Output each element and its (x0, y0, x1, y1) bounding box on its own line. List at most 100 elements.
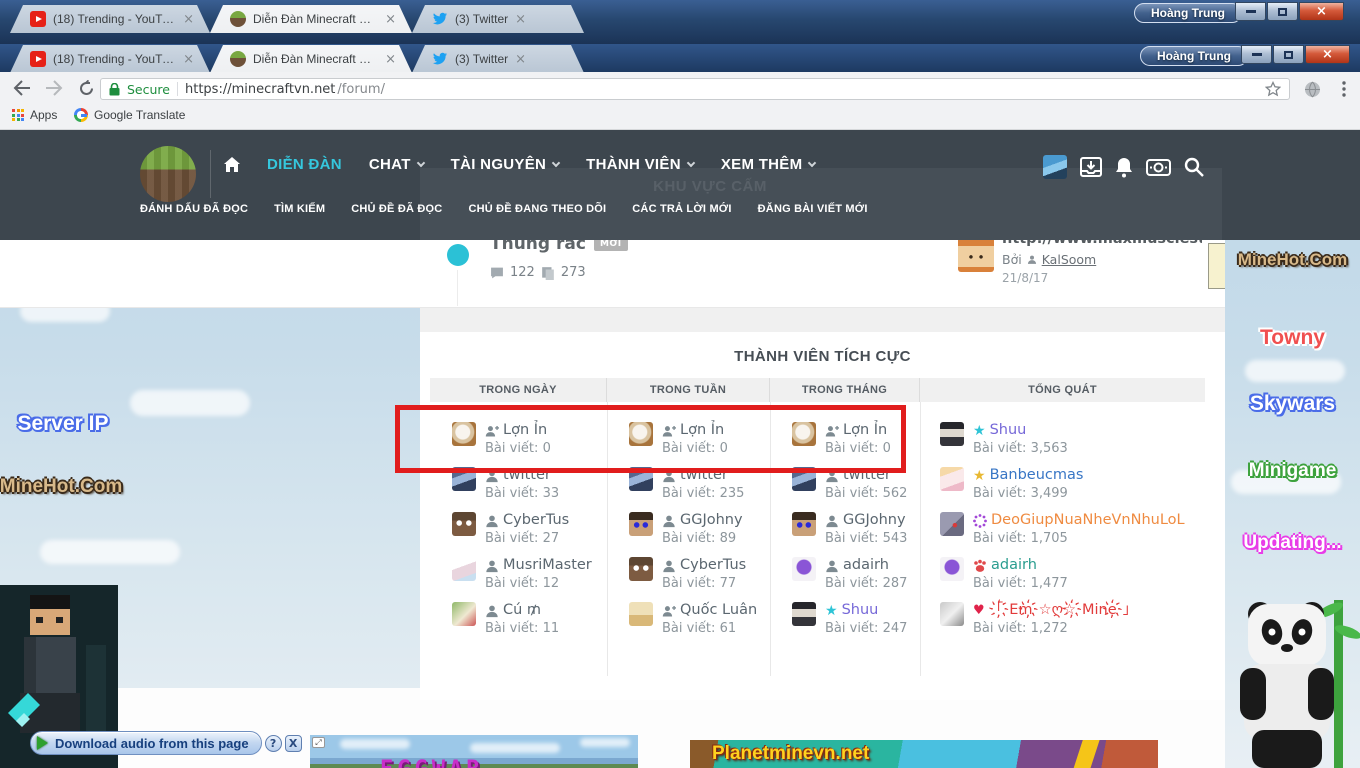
member-avatar[interactable] (452, 512, 476, 536)
member-avatar[interactable] (940, 467, 964, 491)
wallet-icon[interactable] (1146, 158, 1171, 176)
member-avatar[interactable] (452, 602, 476, 626)
member-name-link[interactable]: Cú ₥ (503, 602, 541, 619)
unread-status-dot (447, 244, 469, 266)
member-name-link[interactable]: CyberTus (503, 512, 569, 529)
back-button[interactable] (10, 76, 34, 100)
bookmark-star-icon[interactable] (1265, 81, 1281, 97)
member-avatar[interactable] (940, 422, 964, 446)
last-post-avatar[interactable] (958, 236, 994, 272)
menu-dots-icon[interactable] (1332, 77, 1356, 101)
address-bar[interactable]: Secure https://minecraftvn.net/forum/ (100, 78, 1290, 100)
home-icon[interactable] (224, 157, 240, 172)
chevron-down-icon (808, 158, 817, 168)
banner-right-text: Planetminevn.net (712, 743, 870, 764)
profile-button[interactable]: Hoàng Trung (1134, 3, 1242, 23)
member-avatar[interactable] (629, 602, 653, 626)
member-avatar[interactable] (629, 512, 653, 536)
subnav-search[interactable]: TÌM KIẾM (274, 203, 325, 215)
subnav-new-posts[interactable]: ĐĂNG BÀI VIẾT MỚI (758, 203, 868, 215)
member-name-link[interactable]: GGJohny (843, 512, 906, 529)
bell-icon[interactable] (1115, 157, 1133, 178)
minimize-button[interactable] (1241, 45, 1272, 64)
member-avatar[interactable] (792, 602, 816, 626)
main-nav: DIỄN ĐÀN CHAT TÀI NGUYÊN THÀNH VIÊN XEM … (224, 156, 817, 173)
nav-item-forum[interactable]: DIỄN ĐÀN (267, 156, 342, 173)
members-table-header: TRONG NGÀY TRONG TUẦN TRONG THÁNG TỔNG Q… (430, 378, 1205, 402)
subnav-read-topics[interactable]: CHỦ ĐỀ ĐÃ ĐỌC (351, 203, 442, 215)
tab-close-icon[interactable]: × (385, 53, 396, 66)
member-avatar[interactable] (792, 557, 816, 581)
extension-globe-icon[interactable] (1300, 77, 1324, 101)
member-name-link[interactable]: Shuu (842, 602, 879, 619)
minimize-button[interactable] (1235, 2, 1266, 21)
tab-close-icon[interactable]: × (183, 53, 194, 66)
member-avatar[interactable] (940, 512, 964, 536)
user-avatar[interactable] (1043, 155, 1067, 179)
member-entry: ★ Shuu Bài viết: 3,563 (940, 422, 1205, 457)
reload-button[interactable] (74, 76, 98, 100)
member-name-link[interactable]: MusriMaster (503, 557, 592, 574)
nav-item-more[interactable]: XEM THÊM (721, 156, 817, 173)
download-help-button[interactable]: ? (264, 734, 282, 752)
member-avatar[interactable] (940, 602, 964, 626)
tab-close-icon[interactable]: × (385, 13, 396, 26)
expand-icon[interactable]: ⤢ (312, 737, 325, 748)
forward-button[interactable] (42, 76, 66, 100)
nav-item-members[interactable]: THÀNH VIÊN (586, 156, 696, 173)
member-avatar[interactable] (452, 557, 476, 581)
forum-logo[interactable] (140, 146, 196, 202)
download-close-button[interactable]: X (284, 734, 302, 752)
ad-banner-left[interactable]: EGGWAR ⤢ (310, 735, 638, 768)
column-header-overall: TỔNG QUÁT (1028, 384, 1097, 396)
member-avatar[interactable] (940, 557, 964, 581)
tab-minecraft-forum[interactable]: Diễn Đàn Minecraft Việt × (210, 45, 412, 73)
maximize-button[interactable] (1273, 45, 1304, 64)
inbox-download-icon[interactable] (1080, 157, 1102, 177)
member-name-link[interactable]: Quốc Luân (680, 602, 757, 619)
member-entry: ♥ 「҉Em҉☆ღ☆҉Mine҉」 Bài viết: 1,272 (940, 602, 1205, 637)
tab-youtube[interactable]: (18) Trending - YouTube × (10, 45, 210, 73)
member-avatar[interactable] (629, 557, 653, 581)
tab-minecraft-forum[interactable]: Diễn Đàn Minecraft Việt × (210, 5, 412, 33)
download-audio-button[interactable]: Download audio from this page (30, 731, 262, 755)
member-post-count: Bài viết: 562 (825, 486, 908, 501)
tab-close-icon[interactable]: × (515, 13, 526, 26)
url-text: https://minecraftvn.net (184, 81, 336, 97)
member-name-link[interactable]: GGJohny (680, 512, 743, 529)
subnav-mark-read[interactable]: ĐÁNH DẤU ĐÃ ĐỌC (140, 203, 248, 215)
close-button[interactable]: × (1299, 2, 1344, 21)
close-button[interactable]: × (1305, 45, 1350, 64)
subnav-watched-topics[interactable]: CHỦ ĐỀ ĐANG THEO DÕI (468, 203, 606, 215)
lock-icon (109, 82, 120, 95)
tab-close-icon[interactable]: × (183, 13, 194, 26)
member-name-link[interactable]: CyberTus (680, 557, 746, 574)
bookmark-apps[interactable]: Apps (12, 108, 57, 122)
member-name-link[interactable]: Banbeucmas (990, 467, 1084, 484)
last-post-author-link[interactable]: KalSoom (1042, 252, 1097, 267)
tab-close-icon[interactable]: × (515, 53, 526, 66)
search-icon[interactable] (1184, 157, 1204, 177)
member-post-count: Bài viết: 287 (825, 576, 908, 591)
member-name-link[interactable]: adairh (991, 557, 1037, 574)
panda-character (1238, 580, 1360, 768)
tab-twitter[interactable]: (3) Twitter × (412, 45, 584, 73)
member-name-link[interactable]: adairh (843, 557, 889, 574)
play-icon (37, 736, 48, 750)
nav-item-chat[interactable]: CHAT (369, 156, 425, 173)
tab-youtube[interactable]: (18) Trending - YouTube × (10, 5, 210, 33)
member-name-link[interactable]: 「҉Em҉☆ღ☆҉Mine҉」 (989, 602, 1138, 619)
member-name-link[interactable]: Shuu (990, 422, 1027, 439)
profile-button[interactable]: Hoàng Trung (1140, 46, 1248, 66)
ad-banner-right[interactable]: Planetminevn.net (690, 740, 1158, 768)
maximize-button[interactable] (1267, 2, 1298, 21)
member-name-link[interactable]: DeoGiupNuaNheVnNhuLoL (991, 512, 1185, 529)
column-header-day: TRONG NGÀY (430, 378, 607, 402)
subnav-new-replies[interactable]: CÁC TRẢ LỜI MỚI (632, 203, 731, 215)
tab-twitter[interactable]: (3) Twitter × (412, 5, 584, 33)
forum-counts: 122 273 (490, 265, 586, 280)
member-avatar[interactable] (792, 512, 816, 536)
nav-item-resources[interactable]: TÀI NGUYÊN (451, 156, 561, 173)
cloud (1245, 360, 1345, 382)
bookmark-google-translate[interactable]: Google Translate (74, 108, 185, 122)
